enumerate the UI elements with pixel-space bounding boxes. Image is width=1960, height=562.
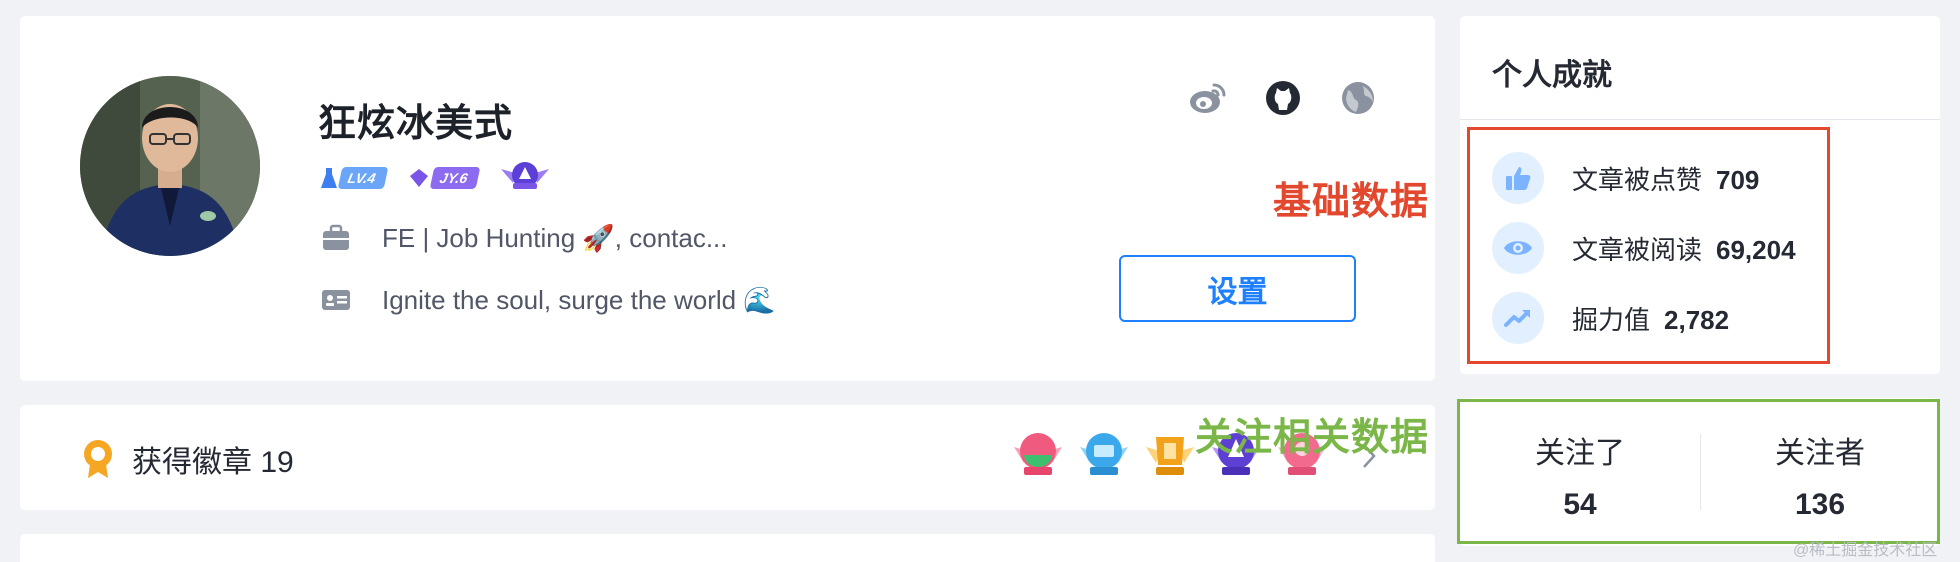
achievements-header: 个人成就 xyxy=(1460,16,1940,120)
gold-badge-icon xyxy=(1146,437,1194,475)
follow-data-highlight xyxy=(1457,399,1940,544)
rank-badge[interactable] xyxy=(499,159,551,196)
watermelon-badge-icon xyxy=(1014,433,1062,475)
basic-data-highlight xyxy=(1467,127,1830,364)
briefcase-icon xyxy=(320,222,352,254)
level-badges: LV.4 JY.6 xyxy=(320,159,551,196)
globe-icon[interactable] xyxy=(1338,78,1378,118)
medal-icon xyxy=(84,440,112,478)
bio-text: Ignite the soul, surge the world 🌊 xyxy=(382,284,776,315)
settings-button[interactable]: 设置 xyxy=(1119,255,1356,322)
github-icon[interactable] xyxy=(1263,78,1303,118)
weibo-icon[interactable] xyxy=(1188,78,1228,118)
next-card xyxy=(20,534,1435,562)
achievements-title: 个人成就 xyxy=(1492,59,1612,92)
level-flask-icon xyxy=(321,167,337,188)
id-card-icon xyxy=(320,284,352,316)
jy-badge[interactable]: JY.6 xyxy=(408,164,480,192)
badge-title: 获得徽章 19 xyxy=(80,437,294,481)
blue-badge-icon xyxy=(1080,433,1128,475)
jy-diamond-icon xyxy=(409,168,428,187)
job-row: FE | Job Hunting 🚀, contac... xyxy=(320,222,728,254)
bio-row: Ignite the soul, surge the world 🌊 xyxy=(320,284,776,316)
rank-wing-icon xyxy=(501,162,550,189)
basic-data-annotation: 基础数据 xyxy=(1273,181,1430,223)
jy-label: JY.6 xyxy=(429,166,480,189)
level-badge[interactable]: LV.4 xyxy=(320,164,388,192)
level-label: LV.4 xyxy=(337,166,388,189)
follow-data-annotation: 关注相关数据 xyxy=(1195,417,1430,459)
profile-card: 狂炫冰美式 LV.4 JY.6 FE | Job Hunting 🚀, cont… xyxy=(20,16,1435,381)
watermark: @稀土掘金技术社区 xyxy=(1793,542,1938,559)
user-name: 狂炫冰美式 xyxy=(318,103,514,145)
badge-count: 获得徽章 19 xyxy=(132,446,294,479)
avatar[interactable] xyxy=(80,76,260,256)
job-text: FE | Job Hunting 🚀, contac... xyxy=(382,222,728,253)
